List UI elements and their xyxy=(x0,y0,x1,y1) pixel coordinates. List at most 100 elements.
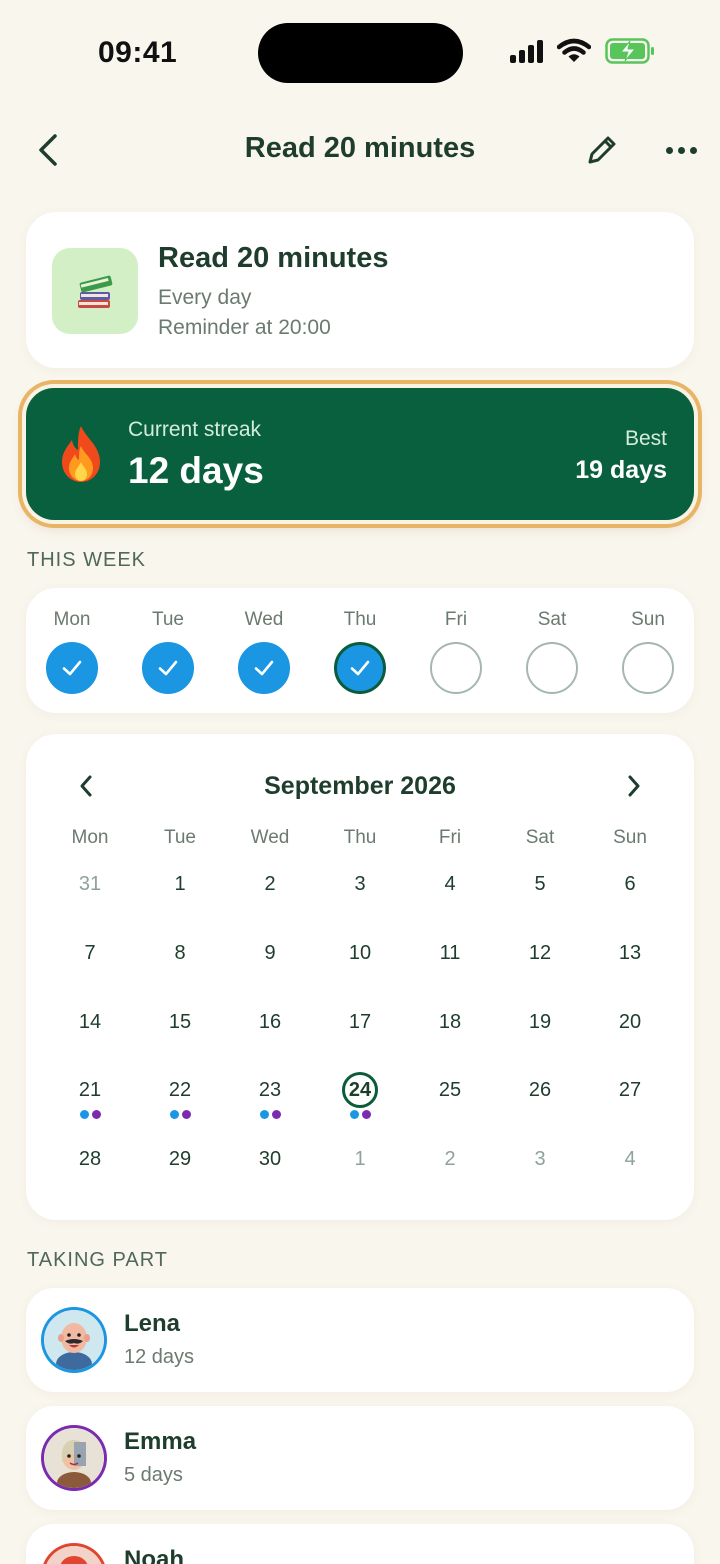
week-day-label: Mon xyxy=(53,609,91,630)
participant-name: Noah xyxy=(124,1546,184,1564)
calendar-day-today[interactable]: 24 xyxy=(320,1072,400,1132)
day-check-toggle[interactable] xyxy=(238,642,290,694)
day-check-toggle[interactable] xyxy=(430,642,482,694)
week-progress-card: Mon Tue Wed Thu Fri Sat Sun xyxy=(26,588,694,713)
battery-charging-icon xyxy=(605,38,654,64)
participant-name: Lena xyxy=(124,1310,181,1337)
calendar-day[interactable]: 13 xyxy=(590,935,670,995)
completion-dots xyxy=(50,1110,130,1119)
calendar-day-number: 23 xyxy=(258,1079,282,1101)
calendar-day-number: 2 xyxy=(444,1148,456,1170)
calendar-day[interactable]: 12 xyxy=(500,935,580,995)
next-month-button[interactable] xyxy=(616,768,652,804)
taking-part-heading: TAKING PART xyxy=(27,1249,169,1271)
calendar-day-number: 5 xyxy=(534,873,546,895)
calendar-day[interactable]: 11 xyxy=(410,935,490,995)
calendar-day-number: 10 xyxy=(348,942,372,964)
calendar-day-number: 8 xyxy=(174,942,186,964)
calendar-day[interactable]: 9 xyxy=(230,935,310,995)
calendar-day[interactable]: 19 xyxy=(500,1004,580,1064)
calendar-day-number: 4 xyxy=(624,1148,636,1170)
fire-icon xyxy=(62,426,100,482)
day-check-toggle[interactable] xyxy=(46,642,98,694)
calendar-day-number: 4 xyxy=(444,873,456,895)
calendar-day-number: 3 xyxy=(534,1148,546,1170)
calendar-day[interactable]: 5 xyxy=(500,866,580,926)
participant-card-noah[interactable]: Noah xyxy=(26,1524,694,1564)
calendar-day[interactable]: 27 xyxy=(590,1072,670,1132)
week-day-thu: Thu xyxy=(328,608,392,694)
calendar-day[interactable]: 15 xyxy=(140,1004,220,1064)
calendar-day-number: 13 xyxy=(618,942,642,964)
calendar-day-number: 6 xyxy=(624,873,636,895)
day-check-toggle[interactable] xyxy=(142,642,194,694)
avatar xyxy=(44,1310,104,1370)
calendar-day[interactable]: 20 xyxy=(590,1004,670,1064)
completion-dot-blue xyxy=(259,1110,269,1119)
checkmark-icon xyxy=(158,660,178,676)
calendar-day[interactable]: 16 xyxy=(230,1004,310,1064)
calendar-day-number: 11 xyxy=(439,942,461,964)
checkmark-icon xyxy=(350,660,370,676)
calendar-weekday-header: Mon xyxy=(71,827,109,848)
calendar-day[interactable]: 23 xyxy=(230,1072,310,1132)
calendar-day[interactable]: 7 xyxy=(50,935,130,995)
calendar-day[interactable]: 22 xyxy=(140,1072,220,1132)
books-icon xyxy=(78,275,113,308)
calendar-day-number: 16 xyxy=(258,1011,282,1033)
calendar-weekday-header: Wed xyxy=(250,827,290,848)
calendar-day[interactable]: 1 xyxy=(320,1141,400,1201)
week-day-sun: Sun xyxy=(616,608,680,694)
week-day-label: Sun xyxy=(631,609,665,630)
calendar-day-number: 7 xyxy=(84,942,96,964)
calendar-day[interactable]: 8 xyxy=(140,935,220,995)
this-week-heading: THIS WEEK xyxy=(27,549,147,571)
calendar-day[interactable]: 26 xyxy=(500,1072,580,1132)
habit-icon-tile xyxy=(52,248,138,334)
calendar-day-number: 19 xyxy=(528,1011,552,1033)
calendar-day[interactable]: 1 xyxy=(140,866,220,926)
calendar-day[interactable]: 6 xyxy=(590,866,670,926)
week-day-mon: Mon xyxy=(40,608,104,694)
calendar-day[interactable]: 30 xyxy=(230,1141,310,1201)
calendar-day-number: 18 xyxy=(438,1011,462,1033)
calendar-weekday-header: Sun xyxy=(613,827,647,848)
edit-button[interactable] xyxy=(582,128,622,172)
calendar-day[interactable]: 2 xyxy=(410,1141,490,1201)
calendar-day[interactable]: 2 xyxy=(230,866,310,926)
participant-streak: 12 days xyxy=(124,1346,195,1368)
calendar-day[interactable]: 4 xyxy=(410,866,490,926)
calendar-day[interactable]: 25 xyxy=(410,1072,490,1132)
participant-card-emma[interactable]: Emma 5 days xyxy=(26,1406,694,1510)
calendar-day[interactable]: 17 xyxy=(320,1004,400,1064)
calendar-day[interactable]: 14 xyxy=(50,1004,130,1064)
day-check-toggle[interactable] xyxy=(334,642,386,694)
calendar-day[interactable]: 10 xyxy=(320,935,400,995)
dynamic-island xyxy=(258,23,463,83)
completion-dots xyxy=(140,1110,220,1119)
calendar-day[interactable]: 3 xyxy=(500,1141,580,1201)
calendar-day[interactable]: 18 xyxy=(410,1004,490,1064)
calendar-day[interactable]: 29 xyxy=(140,1141,220,1201)
completion-dot-purple xyxy=(361,1110,371,1119)
habit-summary-card: Read 20 minutes Every day Reminder at 20… xyxy=(26,212,694,368)
calendar-day[interactable]: 3 xyxy=(320,866,400,926)
current-streak-label: Current streak xyxy=(128,418,262,441)
week-day-wed: Wed xyxy=(232,608,296,694)
calendar-weekday-header: Sat xyxy=(525,827,555,848)
calendar-day[interactable]: 4 xyxy=(590,1141,670,1201)
day-check-toggle[interactable] xyxy=(622,642,674,694)
day-check-toggle[interactable] xyxy=(526,642,578,694)
more-options-button[interactable] xyxy=(660,128,702,172)
month-calendar: September 2026 Mon Tue Wed Thu Fri Sat Sun 31 1 2… xyxy=(26,734,694,1220)
calendar-day-number: 14 xyxy=(78,1011,102,1033)
avatar xyxy=(44,1546,104,1564)
calendar-day[interactable]: 28 xyxy=(50,1141,130,1201)
participant-card-lena[interactable]: Lena 12 days xyxy=(26,1288,694,1392)
chevron-right-icon xyxy=(628,775,640,797)
calendar-day[interactable]: 21 xyxy=(50,1072,130,1132)
calendar-day-number: 17 xyxy=(348,1011,372,1033)
calendar-day[interactable]: 31 xyxy=(50,866,130,926)
week-day-fri: Fri xyxy=(424,608,488,694)
participant-streak: 5 days xyxy=(124,1464,183,1486)
